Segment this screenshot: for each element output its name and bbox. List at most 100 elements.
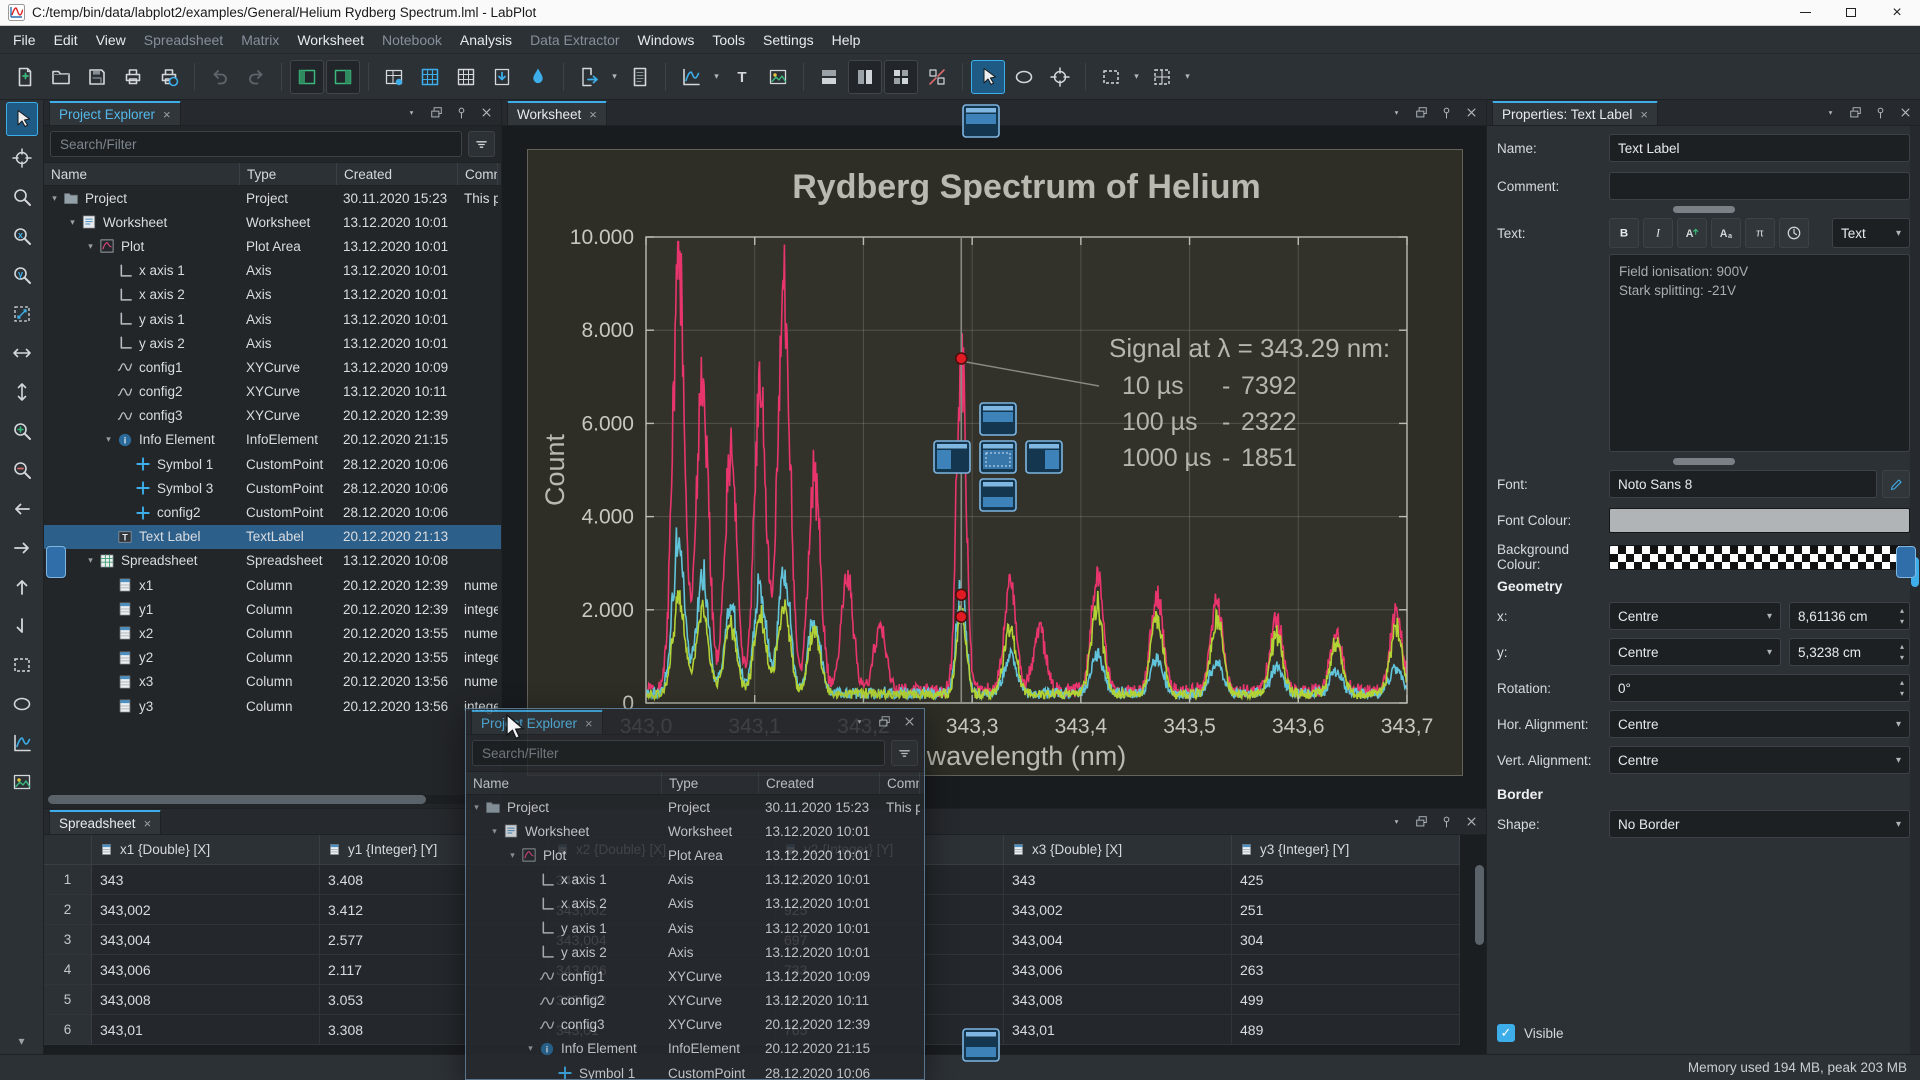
zoom-x-select-tool[interactable]: x: [6, 219, 38, 253]
tree-row-x-axis-1[interactable]: x axis 1Axis13.12.2020 10:01: [466, 868, 924, 892]
shift-left-x-tool[interactable]: [6, 492, 38, 526]
dock-indicator-right[interactable]: [1025, 440, 1063, 474]
tree-row-spreadsheet[interactable]: ▾SpreadsheetSpreadsheet13.12.2020 10:08: [44, 549, 501, 573]
cell-r1c1[interactable]: 343: [92, 865, 320, 895]
column-header-type[interactable]: Type: [240, 163, 337, 185]
tree-row-project[interactable]: ▾ProjectProject30.11.2020 15:23This proj…: [44, 186, 501, 210]
select-region-button[interactable]: [1094, 60, 1128, 94]
menu-edit[interactable]: Edit: [45, 28, 87, 52]
save-project-button[interactable]: [80, 60, 114, 94]
visible-checkbox[interactable]: ✓: [1497, 1024, 1515, 1042]
color-theme-button[interactable]: [521, 60, 555, 94]
add-curve-tool[interactable]: [6, 726, 38, 760]
tab-project-explorer-floating[interactable]: Project Explorer ×: [471, 710, 603, 734]
add-plot-button-dropdown[interactable]: ▾: [710, 60, 723, 94]
column-header-name[interactable]: Name: [44, 163, 240, 185]
row-header-1[interactable]: 1: [44, 865, 92, 895]
dock-menu-button[interactable]: ▾: [1387, 812, 1405, 830]
menu-notebook[interactable]: Notebook: [373, 28, 451, 52]
print-button[interactable]: [116, 60, 150, 94]
tree-row-text-label[interactable]: TText LabelTextLabel20.12.2020 21:13: [44, 525, 501, 549]
tree-row-plot[interactable]: ▾PlotPlot Area13.12.2020 10:01: [466, 843, 924, 867]
tree-row-config3[interactable]: config3XYCurve20.12.2020 12:39: [466, 1013, 924, 1037]
dock-pin-button[interactable]: [1871, 103, 1889, 121]
font-edit-button[interactable]: [1882, 470, 1910, 498]
hor-alignment-select[interactable]: Centre▾: [1609, 710, 1910, 738]
x-anchor-select[interactable]: Centre▾: [1609, 602, 1781, 630]
add-image-tool[interactable]: [6, 765, 38, 799]
add-image-button[interactable]: [761, 60, 795, 94]
column-header-comment[interactable]: Comment: [880, 772, 920, 794]
close-tab-icon[interactable]: ×: [144, 816, 152, 831]
search-input[interactable]: Search/Filter: [472, 740, 885, 766]
border-shape-select[interactable]: No Border▾: [1609, 810, 1910, 838]
dock-indicator-bottom[interactable]: [979, 478, 1017, 512]
expand-arrow-icon[interactable]: ▾: [84, 241, 97, 252]
close-tab-icon[interactable]: ×: [589, 107, 597, 122]
tree-row-x-axis-2[interactable]: x axis 2Axis13.12.2020 10:01: [44, 283, 501, 307]
menu-analysis[interactable]: Analysis: [451, 28, 521, 52]
spin-arrows-icon[interactable]: ▴▾: [1900, 677, 1904, 699]
dock-pin-button[interactable]: [1437, 812, 1455, 830]
redo-button[interactable]: [239, 60, 273, 94]
dock-float-button[interactable]: [1412, 103, 1430, 121]
x-position-spinbox[interactable]: 8,61136 cm ▴▾: [1789, 602, 1910, 630]
crosshair-mode-button[interactable]: [1043, 60, 1077, 94]
tree-row-x-axis-2[interactable]: x axis 2Axis13.12.2020 10:01: [466, 892, 924, 916]
tree-row-y-axis-1[interactable]: y axis 1Axis13.12.2020 10:01: [466, 916, 924, 940]
tree-row-config3[interactable]: config3XYCurve20.12.2020 12:39: [44, 404, 501, 428]
cell-r5c1[interactable]: 343,008: [92, 985, 320, 1015]
expand-arrow-icon[interactable]: ▾: [506, 850, 519, 861]
column-header-name[interactable]: Name: [466, 772, 662, 794]
tree-row-config2[interactable]: config2XYCurve13.12.2020 10:11: [466, 989, 924, 1013]
tree-row-symbol-1[interactable]: Symbol 1CustomPoint28.12.2020 10:06: [44, 452, 501, 476]
column-header-comment[interactable]: Comment: [458, 163, 498, 185]
cell-r6c1[interactable]: 343,01: [92, 1015, 320, 1045]
tree-row-x3[interactable]: x3Column20.12.2020 13:56numerical: [44, 670, 501, 694]
dock-float-button[interactable]: [427, 103, 445, 121]
menu-data-extractor[interactable]: Data Extractor: [521, 28, 628, 52]
tree-row-config2[interactable]: config2CustomPoint28.12.2020 10:06: [44, 500, 501, 524]
decrease-font-button[interactable]: Aa: [1711, 218, 1741, 248]
crosshair-tool[interactable]: [6, 141, 38, 175]
tree-row-config2[interactable]: config2XYCurve13.12.2020 10:11: [44, 380, 501, 404]
splitter-handle[interactable]: [1673, 458, 1735, 465]
font-input[interactable]: Noto Sans 8: [1609, 470, 1877, 498]
close-tab-icon[interactable]: ×: [1640, 107, 1648, 122]
dock-float-button[interactable]: [875, 712, 893, 730]
menu-help[interactable]: Help: [823, 28, 870, 52]
tab-properties[interactable]: Properties: Text Label ×: [1492, 101, 1658, 125]
tree-row-config1[interactable]: config1XYCurve13.12.2020 10:09: [44, 355, 501, 379]
menu-tools[interactable]: Tools: [703, 28, 754, 52]
dock-float-button[interactable]: [1846, 103, 1864, 121]
row-header-2[interactable]: 2: [44, 895, 92, 925]
cell-r3c6[interactable]: 304: [1232, 925, 1460, 955]
dock-menu-button[interactable]: ▾: [402, 103, 420, 121]
insert-symbol-button[interactable]: π: [1745, 218, 1775, 248]
dock-indicator-edge-bottom[interactable]: [962, 1028, 1000, 1062]
new-matrix-button[interactable]: [449, 60, 483, 94]
horizontal-scrollbar[interactable]: [48, 795, 488, 804]
menu-view[interactable]: View: [87, 28, 135, 52]
dock-indicator-center[interactable]: [979, 440, 1017, 474]
menu-file[interactable]: File: [4, 28, 45, 52]
insert-datetime-button[interactable]: [1779, 218, 1809, 248]
menu-spreadsheet[interactable]: Spreadsheet: [135, 28, 232, 52]
cell-r2c5[interactable]: 343,002: [1004, 895, 1232, 925]
new-project-button[interactable]: [8, 60, 42, 94]
select-tool[interactable]: [6, 102, 38, 136]
column-header-5[interactable]: x3 {Double} [X]: [1004, 835, 1232, 865]
expand-arrow-icon[interactable]: ▾: [48, 193, 61, 204]
floating-project-explorer-window[interactable]: Project Explorer × ▾ Search/Filter NameT…: [465, 708, 925, 1080]
shift-right-x-tool[interactable]: [6, 531, 38, 565]
zoom-select-tool[interactable]: [6, 180, 38, 214]
dock-float-button[interactable]: [1412, 812, 1430, 830]
cell-r3c5[interactable]: 343,004: [1004, 925, 1232, 955]
expand-arrow-icon[interactable]: ▾: [66, 217, 79, 228]
search-input[interactable]: Search/Filter: [50, 131, 462, 157]
row-header-6[interactable]: 6: [44, 1015, 92, 1045]
tree-row-symbol-3[interactable]: Symbol 3CustomPoint28.12.2020 10:06: [44, 476, 501, 500]
new-spreadsheet-button[interactable]: [413, 60, 447, 94]
tab-worksheet[interactable]: Worksheet ×: [507, 101, 607, 125]
zoom-y-select-tool[interactable]: y: [6, 258, 38, 292]
